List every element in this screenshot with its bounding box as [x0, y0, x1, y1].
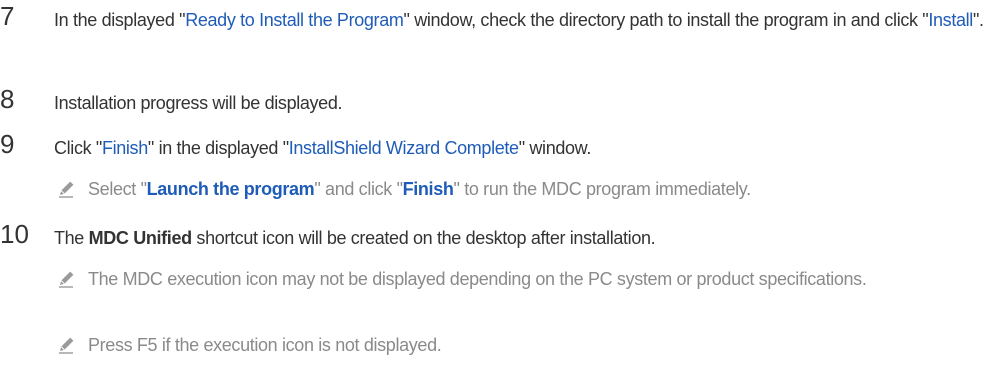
step-number: 8 [0, 84, 15, 114]
text-segment: The [54, 228, 89, 248]
text-segment: " window, check the directory path to in… [403, 10, 929, 30]
step-number: 9 [0, 129, 15, 159]
pencil-icon [59, 337, 74, 354]
step-9: 9 Click "Finish" in the displayed "Insta… [0, 128, 1004, 168]
mdc-unified-name: MDC Unified [88, 228, 192, 248]
note-text: The MDC execution icon may not be displa… [88, 264, 992, 295]
pencil-icon [59, 271, 74, 288]
instruction-page: 7 In the displayed "Ready to Install the… [0, 0, 1004, 369]
step-text: Installation progress will be displayed. [54, 88, 992, 119]
step-text: The MDC Unified shortcut icon will be cr… [54, 223, 992, 254]
finish-button-name: Finish [402, 179, 454, 199]
note-launch-program: Select "Launch the program" and click "F… [56, 174, 992, 208]
ready-to-install-window-name: Ready to Install the Program [185, 10, 404, 30]
text-segment: The MDC execution icon may not be displa… [88, 269, 867, 289]
text-segment: Click " [54, 138, 102, 158]
launch-program-option-name: Launch the program [146, 179, 315, 199]
step-8: 8 Installation progress will be displaye… [0, 83, 1004, 123]
text-segment: ". [972, 10, 984, 30]
text-segment: shortcut icon will be created on the des… [191, 228, 656, 248]
text-segment: Installation progress will be displayed. [54, 93, 343, 113]
step-number: 7 [0, 1, 15, 31]
note-execution-icon: The MDC execution icon may not be displa… [56, 264, 992, 328]
text-segment: Press F5 if the execution icon is not di… [88, 335, 442, 355]
note-text: Select "Launch the program" and click "F… [88, 174, 992, 205]
text-segment: In the displayed " [54, 10, 186, 30]
text-segment: " window. [518, 138, 592, 158]
install-button-name: Install [928, 10, 973, 30]
text-segment: " to run the MDC program immediately. [453, 179, 752, 199]
step-text: In the displayed "Ready to Install the P… [54, 5, 992, 36]
text-segment: " in the displayed " [147, 138, 289, 158]
step-10: 10 The MDC Unified shortcut icon will be… [0, 218, 1004, 258]
step-7: 7 In the displayed "Ready to Install the… [0, 0, 1004, 70]
step-number: 10 [0, 219, 29, 249]
note-press-f5: Press F5 if the execution icon is not di… [56, 330, 992, 364]
wizard-complete-window-name: InstallShield Wizard Complete [288, 138, 519, 158]
text-segment: " and click " [314, 179, 403, 199]
text-segment: Select " [88, 179, 147, 199]
pencil-icon [59, 181, 74, 198]
step-text: Click "Finish" in the displayed "Install… [54, 133, 992, 164]
finish-button-name: Finish [101, 138, 148, 158]
note-text: Press F5 if the execution icon is not di… [88, 330, 992, 361]
